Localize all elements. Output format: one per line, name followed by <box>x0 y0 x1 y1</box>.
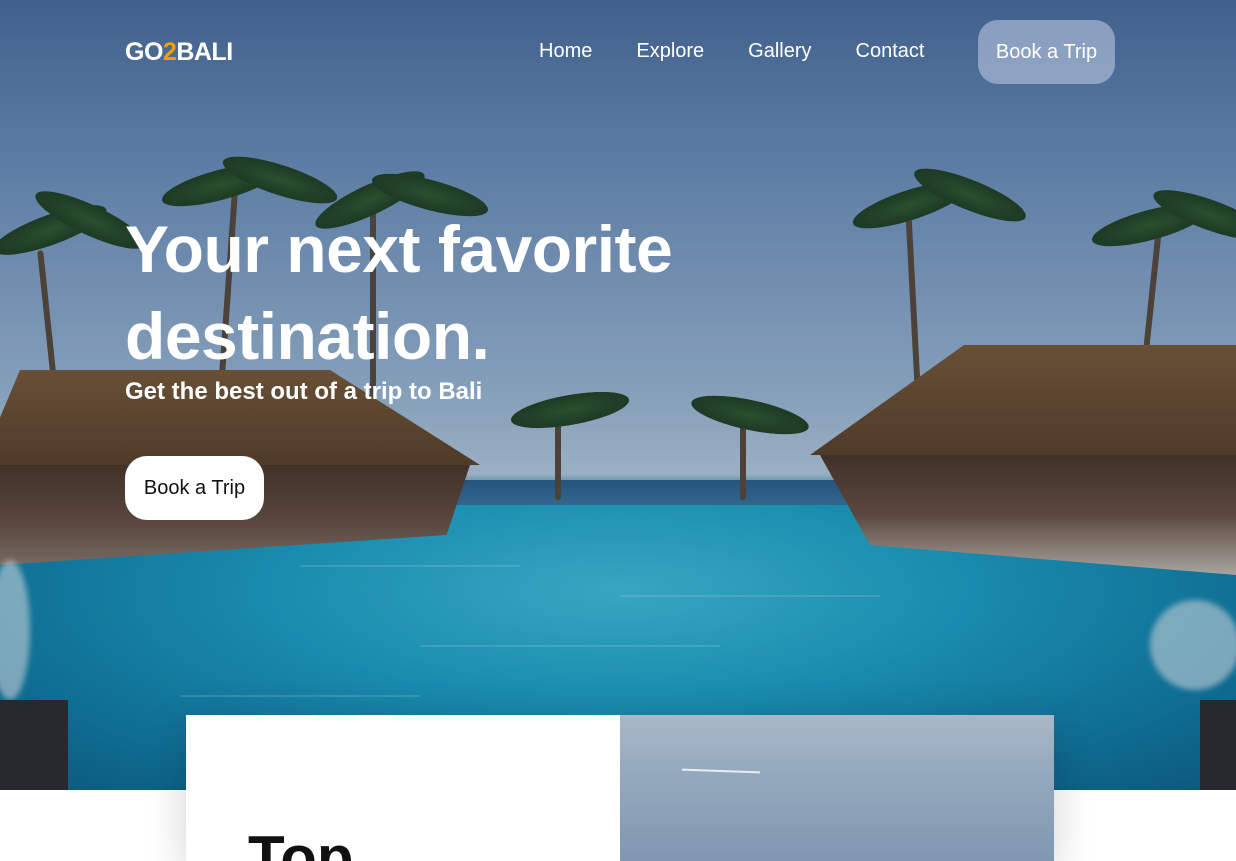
nav-book-trip-button[interactable]: Book a Trip <box>978 20 1115 84</box>
feature-card: Top <box>186 715 1054 861</box>
nav-link-explore[interactable]: Explore <box>636 40 704 63</box>
hero-subtitle: Get the best out of a trip to Bali <box>125 378 483 405</box>
top-navbar: GO2BALI Home Explore Gallery Contact Boo… <box>0 0 1236 106</box>
nav-link-gallery[interactable]: Gallery <box>748 40 811 63</box>
feature-text-panel: Top <box>186 715 620 861</box>
nav-links: Home Explore Gallery Contact <box>539 40 924 63</box>
hero-title: Your next favorite destination. <box>125 212 673 373</box>
boat-wake <box>681 768 761 774</box>
feature-title: Top <box>248 824 354 861</box>
nav-link-home[interactable]: Home <box>539 40 592 63</box>
nav-link-contact[interactable]: Contact <box>856 40 925 63</box>
feature-image <box>620 715 1054 861</box>
brand-logo[interactable]: GO2BALI <box>125 38 233 67</box>
hero-book-trip-button[interactable]: Book a Trip <box>125 456 264 520</box>
